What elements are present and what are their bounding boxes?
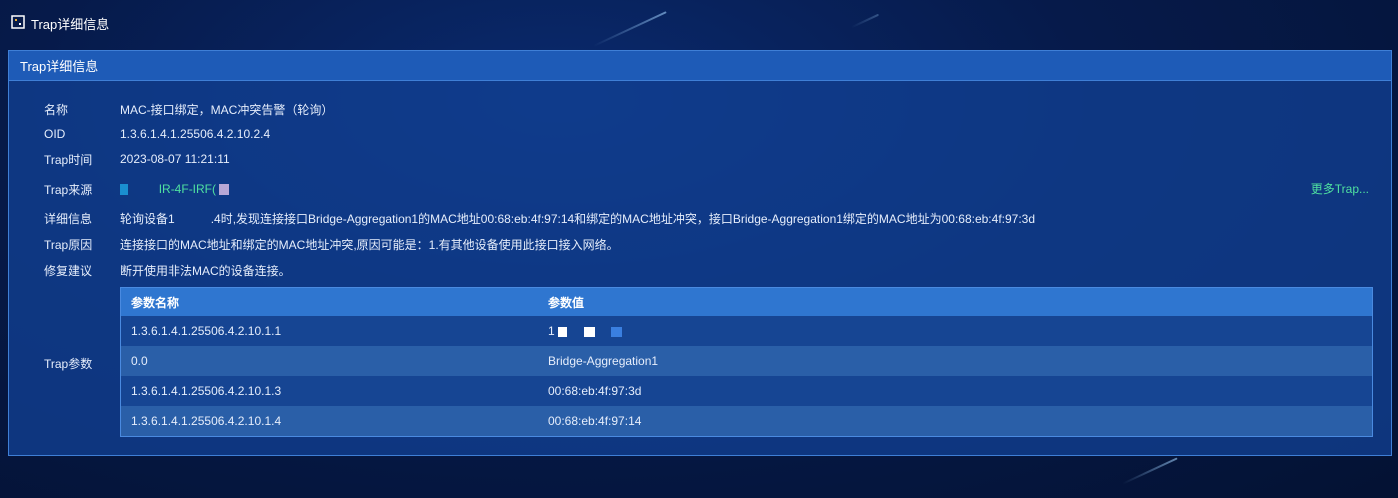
- param-value-cell: Bridge-Aggregation1: [538, 346, 1373, 376]
- params-label: Trap参数: [44, 357, 93, 371]
- detail-label: 详细信息: [44, 211, 93, 226]
- field-time: Trap时间 2023-08-07 11:21:11: [44, 150, 230, 168]
- window-title: Trap详细信息: [31, 17, 110, 32]
- source-link[interactable]: IR-4F-IRF(: [159, 182, 216, 196]
- panel-header: Trap详细信息: [9, 51, 1391, 81]
- table-row: 1.3.6.1.4.1.25506.4.2.10.1.4 00:68:eb:4f…: [120, 406, 1373, 437]
- table-row: 0.0 Bridge-Aggregation1: [120, 346, 1373, 376]
- trap-params-table: 参数名称 参数值 1.3.6.1.4.1.25506.4.2.10.1.1 1 …: [120, 287, 1373, 437]
- name-label: 名称: [44, 102, 69, 117]
- panel-title: Trap详细信息: [20, 59, 99, 74]
- fix-value: 断开使用非法MAC的设备连接。: [120, 263, 291, 278]
- param-name-cell: 1.3.6.1.4.1.25506.4.2.10.1.4: [120, 406, 538, 437]
- table-row: 1.3.6.1.4.1.25506.4.2.10.1.3 00:68:eb:4f…: [120, 376, 1373, 406]
- source-label: Trap来源: [44, 182, 93, 197]
- param-value-text: 1: [548, 324, 555, 338]
- table-header-row: 参数名称 参数值: [120, 287, 1373, 316]
- field-detail: 详细信息 轮询设备1 .4时,发现连接接口Bridge-Aggregation1的…: [44, 209, 1035, 227]
- column-header-param-name: 参数名称: [120, 287, 538, 316]
- detail-value: .4时,发现连接接口Bridge-Aggregation1的MAC地址00:68…: [210, 211, 1036, 226]
- oid-label: OID: [44, 127, 66, 141]
- fix-label: 修复建议: [44, 263, 93, 278]
- field-cause: Trap原因 连接接口的MAC地址和绑定的MAC地址冲突,原因可能是：1.有其他…: [44, 235, 619, 253]
- trap-detail-panel: Trap详细信息 名称 MAC-接口绑定，MAC冲突告警（轮询） OID 1.3…: [8, 50, 1392, 456]
- field-oid: OID 1.3.6.1.4.1.25506.4.2.10.2.4: [44, 125, 270, 143]
- redaction-block: [219, 184, 230, 196]
- param-name-cell: 1.3.6.1.4.1.25506.4.2.10.1.3: [120, 376, 538, 406]
- field-source: Trap来源 IR-4F-IRF(: [44, 180, 230, 198]
- time-label: Trap时间: [44, 152, 93, 167]
- param-value-cell: 00:68:eb:4f:97:14: [538, 406, 1373, 437]
- redaction-block: [558, 326, 568, 337]
- redaction-block: [583, 326, 595, 337]
- redaction-block: [120, 184, 128, 196]
- field-name: 名称 MAC-接口绑定，MAC冲突告警（轮询）: [44, 100, 333, 118]
- window-topbar: Trap详细信息: [0, 0, 1398, 44]
- time-value: 2023-08-07 11:21:11: [120, 152, 230, 166]
- detail-prefix: 轮询设备1: [120, 211, 175, 226]
- decorative-streak: [1122, 457, 1178, 485]
- param-name-cell: 0.0: [120, 346, 538, 376]
- redaction-block: [611, 326, 623, 337]
- table-row: 1.3.6.1.4.1.25506.4.2.10.1.1 1: [120, 316, 1373, 346]
- trap-window-icon: [11, 15, 25, 29]
- param-name-cell: 1.3.6.1.4.1.25506.4.2.10.1.1: [120, 316, 538, 346]
- param-value-cell: 00:68:eb:4f:97:3d: [538, 376, 1373, 406]
- cause-label: Trap原因: [44, 237, 93, 252]
- param-value-cell: 1: [538, 316, 1373, 346]
- column-header-param-value: 参数值: [538, 287, 1373, 316]
- oid-value: 1.3.6.1.4.1.25506.4.2.10.2.4: [120, 127, 271, 141]
- cause-value: 连接接口的MAC地址和绑定的MAC地址冲突,原因可能是：1.有其他设备使用此接口…: [120, 237, 619, 252]
- more-trap-link[interactable]: 更多Trap...: [1311, 180, 1369, 197]
- field-fix: 修复建议 断开使用非法MAC的设备连接。: [44, 261, 291, 279]
- name-value: MAC-接口绑定，MAC冲突告警（轮询）: [120, 102, 334, 117]
